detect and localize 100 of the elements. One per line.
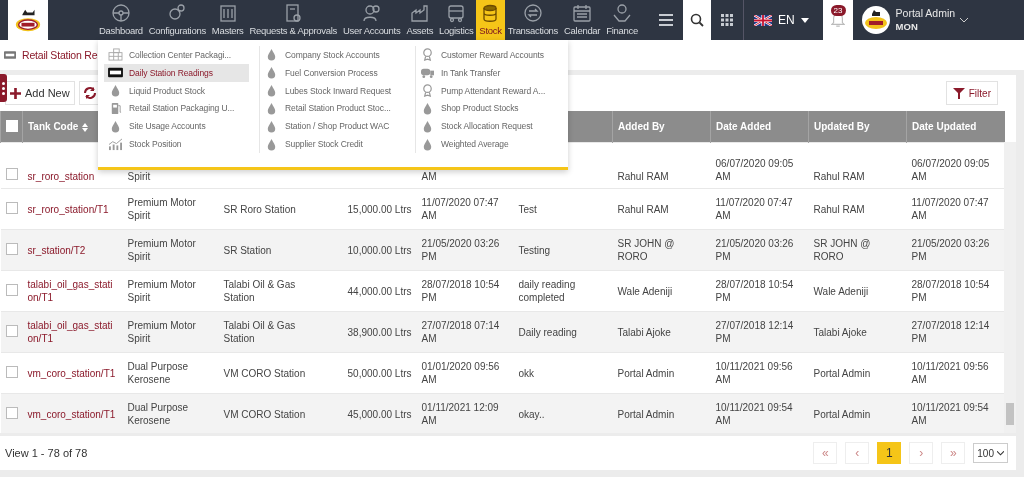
table-cell-text: SR JOHN @ RORO bbox=[617, 237, 676, 263]
table-cell-text: Rahul RAM bbox=[617, 202, 670, 216]
table-cell-text: Premium Motor Spirit bbox=[127, 237, 197, 263]
page-title: Retail Station Re bbox=[22, 49, 98, 61]
menu-item[interactable]: Customer Reward Accounts bbox=[416, 46, 561, 64]
menu-item[interactable]: Supplier Stock Credit bbox=[260, 135, 405, 153]
tank-code-link[interactable]: sr_roro_station bbox=[27, 170, 118, 183]
table-cell-text: 01/01/2020 09:56 AM bbox=[421, 360, 501, 386]
table-cell-text: Premium Motor Spirit bbox=[127, 196, 197, 222]
table-cell-text: Portal Admin bbox=[617, 366, 676, 380]
nav-item[interactable]: Calendar bbox=[561, 0, 604, 40]
menu-item[interactable]: Fuel Conversion Process bbox=[260, 63, 405, 82]
page-button[interactable]: 1 bbox=[877, 442, 902, 464]
table-cell-text: Talabi Ajoke bbox=[813, 325, 868, 339]
menu-item[interactable]: Stock Allocation Request bbox=[416, 117, 561, 136]
table-cell-text: 10/11/2021 09:56 AM bbox=[715, 360, 794, 386]
table-cell-text: 27/07/2018 12:14 PM bbox=[911, 319, 991, 345]
table-cell-text: Talabi Oil & Gas Station bbox=[223, 278, 297, 304]
menu-item[interactable]: Stock Position bbox=[104, 135, 249, 153]
table-cell-text: 28/07/2018 10:54 PM bbox=[421, 278, 501, 304]
nav-item[interactable]: Dashboard bbox=[96, 0, 146, 40]
record-count: View 1 - 78 of 78 bbox=[5, 447, 88, 459]
menu-item[interactable]: Shop Product Stocks bbox=[416, 99, 561, 118]
table-cell-text: Talabi Oil & Gas Station bbox=[223, 319, 297, 345]
table-cell-text: SR Station bbox=[223, 243, 273, 257]
table-cell-text: daily reading completed bbox=[518, 278, 577, 304]
user-menu[interactable]: Portal Admin MON bbox=[860, 5, 969, 35]
table-cell-text: Portal Admin bbox=[617, 407, 676, 421]
table-cell-text: 27/07/2018 12:14 PM bbox=[715, 319, 795, 345]
filter-button[interactable]: Filter bbox=[945, 81, 998, 105]
notifications-button[interactable]: 23 bbox=[822, 0, 853, 40]
table-cell-text: VM CORO Station bbox=[223, 407, 307, 421]
menu-item[interactable]: Retail Station Packaging U... bbox=[104, 99, 249, 118]
table-cell-text: 11/07/2020 07:47 AM bbox=[421, 196, 500, 222]
table-cell-text: Test bbox=[518, 202, 538, 216]
tank-code-link[interactable]: sr_roro_station/T1 bbox=[27, 202, 118, 216]
notification-count: 23 bbox=[830, 5, 846, 16]
menu-item[interactable]: Company Stock Accounts bbox=[260, 46, 405, 64]
table-cell-text: 21/05/2020 03:26 PM bbox=[715, 237, 795, 263]
nav-item[interactable]: User Accounts bbox=[340, 0, 404, 40]
nav-item[interactable]: Stock bbox=[476, 0, 505, 40]
table-cell-text: Portal Admin bbox=[813, 407, 872, 421]
menu-item[interactable]: Lubes Stock Inward Request bbox=[260, 81, 405, 100]
table-cell-text: Premium Motor Spirit bbox=[127, 278, 197, 304]
table-cell-text: Daily reading bbox=[518, 325, 578, 339]
table-cell-text: 21/05/2020 03:26 PM bbox=[911, 237, 991, 263]
table-cell-text: Wale Adeniji bbox=[813, 284, 870, 298]
menu-item[interactable]: Liquid Product Stock bbox=[104, 81, 249, 100]
table-cell-text: SR JOHN @ RORO bbox=[813, 237, 872, 263]
add-new-button[interactable]: Add New bbox=[5, 81, 75, 105]
table-cell-text: AM bbox=[421, 170, 438, 183]
menu-item[interactable]: Retail Station Product Stoc... bbox=[260, 99, 405, 118]
table-cell-text: Rahul RAM bbox=[813, 202, 866, 216]
table-cell-text: 11/07/2020 07:47 AM bbox=[911, 196, 990, 222]
table-cell-text: SR Roro Station bbox=[223, 202, 297, 216]
table-cell-text: 06/07/2020 09:05 AM bbox=[911, 157, 991, 183]
menu-item[interactable]: In Tank Transfer bbox=[416, 63, 561, 82]
table-cell-text: 38,900.00 Ltrs bbox=[346, 325, 412, 339]
table-cell-text: 01/11/2021 12:09 AM bbox=[421, 401, 500, 427]
table-cell-text: 28/07/2018 10:54 PM bbox=[911, 278, 991, 304]
table-cell-text: 10/11/2021 09:56 AM bbox=[911, 360, 990, 386]
nav-item[interactable]: Logistics bbox=[436, 0, 477, 40]
nav-item[interactable]: Transactions bbox=[504, 0, 562, 40]
table-cell-text: okay.. bbox=[518, 407, 546, 421]
tank-code-link[interactable]: vm_coro_station/T1 bbox=[27, 366, 118, 380]
table-cell-text: Rahul RAM bbox=[813, 170, 866, 183]
table-cell-text: 27/07/2018 07:14 AM bbox=[421, 319, 501, 345]
nav-item[interactable]: Finance bbox=[603, 0, 641, 40]
table-cell-text: 50,000.00 Ltrs bbox=[346, 366, 412, 380]
menu-item[interactable]: Station / Shop Product WAC bbox=[260, 117, 405, 136]
table-cell-text: 10/11/2021 09:54 AM bbox=[715, 401, 794, 427]
nav-item[interactable]: Requests & Approvals bbox=[246, 0, 340, 40]
nav-item[interactable]: Assets bbox=[403, 0, 437, 40]
table-cell-text: Dual Purpose Kerosene bbox=[127, 360, 190, 386]
table-cell-text: 45,000.00 Ltrs bbox=[346, 407, 412, 421]
nav-item[interactable]: Configurations bbox=[145, 0, 209, 40]
table-cell-text: 10/11/2021 09:54 AM bbox=[911, 401, 990, 427]
table-cell-text: 21/05/2020 03:26 PM bbox=[421, 237, 501, 263]
table-cell-text: 06/07/2020 09:05 AM bbox=[715, 157, 795, 183]
table-cell-text: 44,000.00 Ltrs bbox=[346, 284, 412, 298]
table-cell-text: okk bbox=[518, 366, 536, 380]
table-cell-text: Wale Adeniji bbox=[617, 284, 674, 298]
nav-item[interactable]: Masters bbox=[208, 0, 247, 40]
table-cell-text: Spirit bbox=[127, 170, 152, 183]
table-cell-text: Rahul RAM bbox=[617, 170, 670, 183]
menu-item[interactable]: Collection Center Packagi... bbox=[104, 46, 249, 64]
table-cell-text: Dual Purpose Kerosene bbox=[127, 401, 190, 427]
table-cell-text: 10,000.00 Ltrs bbox=[346, 243, 412, 257]
table-cell-text: Portal Admin bbox=[813, 366, 872, 380]
table-cell-text: 15,000.00 Ltrs bbox=[346, 202, 412, 216]
menu-item[interactable]: Daily Station Readings bbox=[104, 63, 249, 82]
table-cell-text: VM CORO Station bbox=[223, 366, 307, 380]
menu-item[interactable]: Pump Attendant Reward A... bbox=[416, 81, 561, 100]
tank-code-link[interactable]: talabi_oil_gas_station/T1 bbox=[27, 278, 118, 304]
menu-item[interactable]: Weighted Average bbox=[416, 135, 561, 153]
page-size-select[interactable]: 100 bbox=[973, 443, 1008, 463]
menu-item[interactable]: Site Usage Accounts bbox=[104, 117, 249, 136]
table-cell-text: 11/07/2020 07:47 AM bbox=[715, 196, 794, 222]
table-cell-text: Testing bbox=[518, 243, 552, 257]
table-cell-text: 28/07/2018 10:54 PM bbox=[715, 278, 795, 304]
